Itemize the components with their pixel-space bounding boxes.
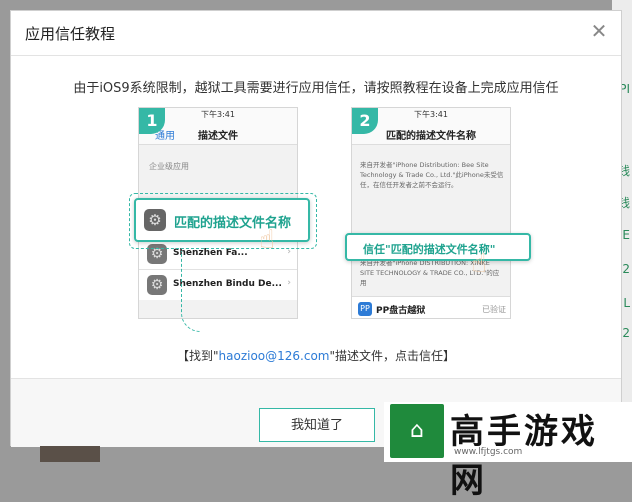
chevron-right-icon: › (287, 278, 291, 288)
nav-title: 描述文件 (198, 131, 238, 142)
profile-highlight: ⚙ 匹配的描述文件名称 (134, 198, 310, 242)
watermark: ⌂ 高手游戏网 www.lfjtgs.com (384, 402, 632, 501)
close-icon[interactable]: ✕ (589, 21, 609, 41)
gear-icon: ⚙ (147, 275, 167, 295)
list-item: ⚙ Shenzhen Bindu De... › (139, 269, 297, 300)
trust-tutorial-dialog: 应用信任教程 ✕ 由于iOS9系统限制，越狱工具需要进行应用信任，请按照教程在设… (10, 10, 622, 447)
dialog-title: 应用信任教程 (25, 25, 116, 43)
background-photo (40, 446, 100, 462)
pp-logo-icon: PP (358, 302, 372, 316)
caption: 【找到"haozioo@126.com"描述文件，点击信任】 (11, 347, 621, 364)
watermark-url: www.lfjtgs.com (454, 447, 523, 457)
bg-text: L (623, 296, 630, 310)
certificate-text: 来自开发者"iPhone Distribution: Bee Site Tech… (360, 161, 504, 189)
gear-icon: ⚙ (144, 209, 166, 231)
app-footer: PP PP盘古越狱 已验证 (352, 296, 510, 318)
trust-highlight: 信任"匹配的描述文件名称" (345, 233, 531, 261)
section-label: 企业级应用 (149, 162, 189, 171)
caption-prefix: 【找到" (176, 349, 219, 363)
caption-email: haozioo@126.com (218, 349, 330, 363)
hand-pointer-icon: ☝ (471, 249, 487, 279)
app-name: PP盘古越狱 (376, 306, 426, 316)
instruction-text: 由于iOS9系统限制，越狱工具需要进行应用信任，请按照教程在设备上完成应用信任 (73, 81, 559, 96)
phone-step-2: 下午3:41 匹配的描述文件名称 2 来自开发者"iPhone Distribu… (351, 107, 511, 319)
hand-pointer-icon: ☝ (259, 225, 275, 255)
house-logo-icon: ⌂ (390, 404, 444, 458)
ok-button[interactable]: 我知道了 (259, 408, 375, 442)
bg-text: 2 (622, 326, 630, 340)
dashed-arrow (181, 251, 200, 332)
bg-text: 2 (622, 262, 630, 276)
nav-title: 匹配的描述文件名称 (386, 131, 476, 142)
dialog-header: 应用信任教程 ✕ (11, 11, 621, 56)
caption-suffix: "描述文件，点击信任】 (329, 349, 456, 363)
verified-label: 已验证 (482, 305, 506, 314)
